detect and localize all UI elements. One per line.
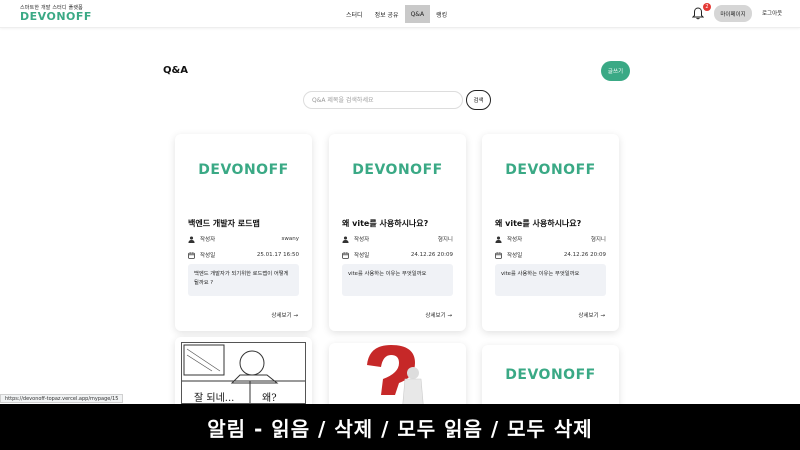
card-logo: DEVONOFF <box>198 162 289 178</box>
notification-badge: 2 <box>703 3 711 11</box>
card-logo: DEVONOFF <box>505 162 596 178</box>
calendar-icon <box>188 251 195 259</box>
author-value: 형지니 <box>437 237 453 243</box>
search-button[interactable]: 검색 <box>466 90 491 110</box>
brand-logo-text: DEVONOFF <box>20 10 92 23</box>
date-value: 24.12.26 20:09 <box>410 252 453 258</box>
date-label: 작성일 <box>507 253 523 259</box>
write-button[interactable]: 글쓰기 <box>601 61 630 81</box>
top-header: 스마트한 개발 스터디 플랫폼 DEVONOFF 스터디 정보 공유 Q&A 랭… <box>0 0 800 28</box>
search-input[interactable] <box>303 91 463 109</box>
nav-item-qna[interactable]: Q&A <box>404 5 431 23</box>
calendar-icon <box>342 251 349 259</box>
nav-item-ranking[interactable]: 랭킹 <box>430 5 453 23</box>
user-icon <box>342 235 349 243</box>
qna-card[interactable]: DEVONOFF 백엔드 개발자 로드맵 작성자 swany 작성일 25.01… <box>175 134 312 331</box>
logout-link[interactable]: 로그아웃 <box>762 9 782 17</box>
nav-item-study[interactable]: 스터디 <box>340 5 369 23</box>
card-date-row: 작성일 24.12.26 20:09 <box>495 250 606 260</box>
detail-link[interactable]: 상세보기 → <box>271 311 298 319</box>
qna-card[interactable]: DEVONOFF 왜 vite를 사용하시나요? 작성자 형지니 작성일 24.… <box>329 134 466 331</box>
card-date-row: 작성일 25.01.17 16:50 <box>188 250 299 260</box>
card-author-row: 작성자 형지니 <box>495 234 606 244</box>
mypage-button[interactable]: 마이페이지 <box>714 5 752 22</box>
bell-icon[interactable] <box>692 7 704 20</box>
qna-card[interactable]: DEVONOFF 왜 vite를 사용하시나요? 작성자 형지니 작성일 24.… <box>482 134 619 331</box>
brand-logo[interactable]: 스마트한 개발 스터디 플랫폼 DEVONOFF <box>20 4 92 23</box>
detail-link[interactable]: 상세보기 → <box>578 311 605 319</box>
card-title: 백엔드 개발자 로드맵 <box>188 219 260 228</box>
author-value: 형지니 <box>590 237 606 243</box>
date-value: 24.12.26 20:09 <box>563 252 606 258</box>
author-value: swany <box>281 236 299 242</box>
card-author-row: 작성자 swany <box>188 234 299 244</box>
video-caption: 알림 - 읽음 / 삭제 / 모두 읽음 / 모두 삭제 <box>0 404 800 450</box>
date-label: 작성일 <box>354 253 370 259</box>
card-logo: DEVONOFF <box>505 367 596 383</box>
question-mark-thumbnail <box>367 345 425 413</box>
main-nav: 스터디 정보 공유 Q&A 랭킹 <box>340 5 453 23</box>
card-author-row: 작성자 형지니 <box>342 234 453 244</box>
author-label: 작성자 <box>507 237 523 243</box>
calendar-icon <box>495 251 502 259</box>
card-preview: 백엔드 개발자가 되기위한 로드맵이 어떻게 될까요 ? <box>188 264 299 296</box>
card-thumbnail-meme: 잘 되네... 왜? <box>181 342 306 404</box>
meme-caption-1: 잘 되네... <box>194 393 235 404</box>
date-label: 작성일 <box>200 253 216 259</box>
qna-card[interactable] <box>329 343 466 413</box>
user-icon <box>188 235 195 243</box>
browser-status-url: https://devonoff-topaz.vercel.app/mypage… <box>0 394 124 403</box>
author-label: 작성자 <box>354 237 370 243</box>
card-date-row: 작성일 24.12.26 20:09 <box>342 250 453 260</box>
meme-caption-2: 왜? <box>262 393 277 404</box>
card-preview: vite를 사용하는 이유는 무엇일까요 <box>342 264 453 296</box>
user-icon <box>495 235 502 243</box>
card-title: 왜 vite를 사용하시나요? <box>342 219 429 228</box>
date-value: 25.01.17 16:50 <box>256 252 299 258</box>
card-preview: vite를 사용하는 이유는 무엇일까요 <box>495 264 606 296</box>
author-label: 작성자 <box>200 237 216 243</box>
card-logo: DEVONOFF <box>352 162 443 178</box>
detail-link[interactable]: 상세보기 → <box>425 311 452 319</box>
card-title: 왜 vite를 사용하시나요? <box>495 219 582 228</box>
page-title: Q&A <box>163 65 188 76</box>
nav-item-info-share[interactable]: 정보 공유 <box>369 5 405 23</box>
